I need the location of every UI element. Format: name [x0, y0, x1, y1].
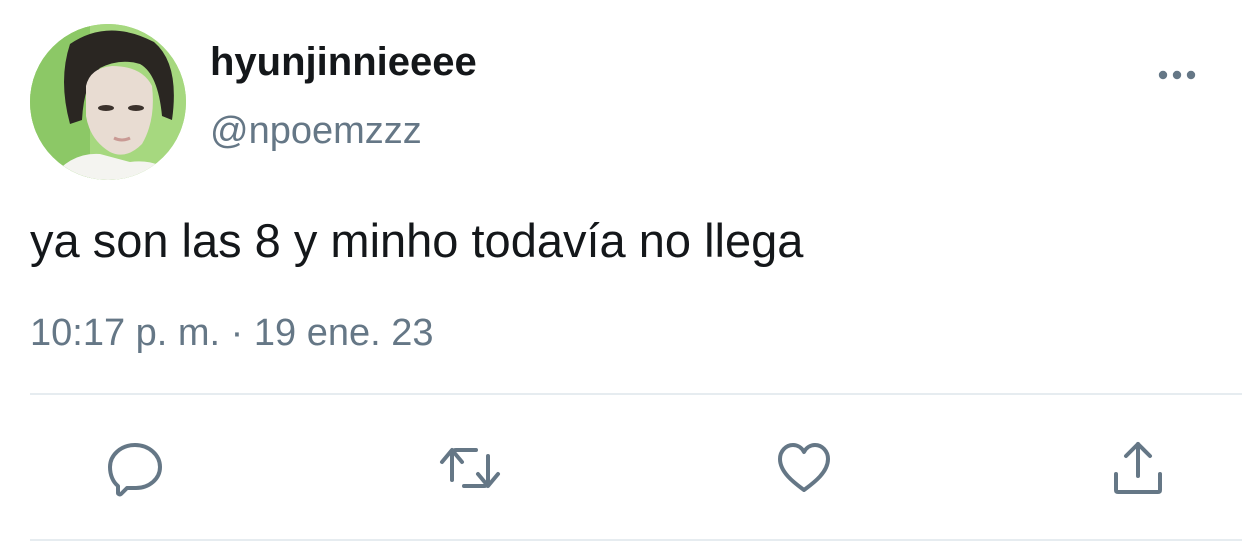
- tweet-timestamp[interactable]: 10:17 p. m. · 19 ene. 23: [30, 310, 434, 356]
- heart-icon: [778, 443, 830, 492]
- tweet-text: ya son las 8 y minho todavía no llega: [30, 214, 804, 267]
- user-handle[interactable]: @npoemzzz: [210, 108, 422, 154]
- reply-icon: [108, 443, 162, 497]
- reply-button[interactable]: [103, 436, 167, 500]
- divider: [30, 393, 1242, 395]
- share-button[interactable]: [1106, 436, 1170, 500]
- retweet-button[interactable]: [438, 436, 502, 500]
- avatar[interactable]: [30, 24, 186, 180]
- more-horizontal-icon: [1158, 70, 1196, 80]
- share-icon: [1114, 442, 1162, 494]
- avatar-image: [30, 24, 186, 180]
- divider-bottom: [30, 539, 1242, 541]
- like-button[interactable]: [772, 436, 836, 500]
- more-options-button[interactable]: [1152, 58, 1202, 92]
- tweet-card: hyunjinnieeee @npoemzzz ya son las 8 y m…: [0, 0, 1242, 558]
- retweet-icon: [440, 448, 500, 488]
- display-name[interactable]: hyunjinnieeee: [210, 38, 477, 86]
